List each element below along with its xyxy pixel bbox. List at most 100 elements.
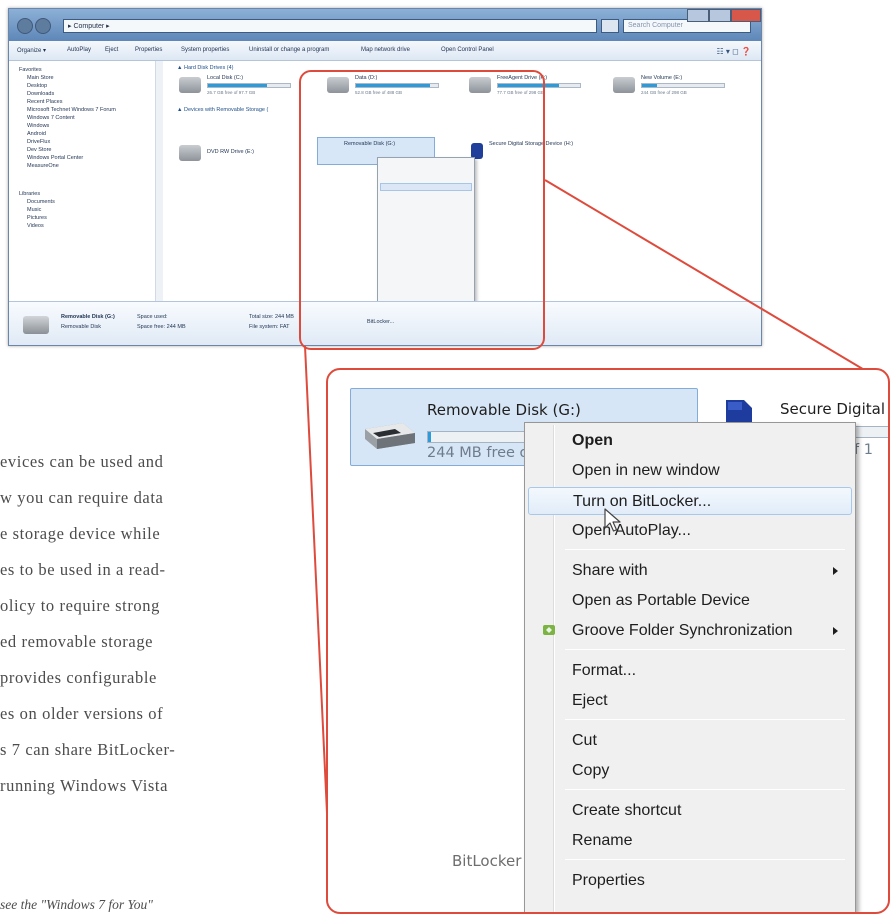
menu-label: Copy [572,762,610,779]
menu-copy[interactable]: Copy [528,757,852,785]
toolbar-uninstall[interactable]: Uninstall or change a program [249,47,329,53]
nav-scrollbar[interactable] [155,61,163,301]
close-button[interactable] [731,9,761,22]
details-type: Removable Disk [61,324,102,330]
toolbar-autoplay[interactable]: AutoPlay [67,47,91,53]
menu-label: Open AutoPlay... [572,522,691,539]
body-text-line: e storage device while [0,524,161,543]
menu-properties[interactable]: Properties [528,867,852,895]
menu-label: Share with [572,562,648,579]
drive-name: Local Disk (C:) [207,75,244,81]
submenu-arrow-icon [833,567,838,575]
nav-item[interactable]: Windows 7 Content [27,115,75,121]
drive-usage-bar [207,83,291,88]
zoom-highlight-frame [299,70,545,350]
menu-create-shortcut[interactable]: Create shortcut [528,797,852,825]
menu-label: Turn on BitLocker... [573,493,712,510]
menu-cut[interactable]: Cut [528,727,852,755]
removable-disk-name: Removable Disk (G:) [427,401,581,419]
nav-item[interactable]: DriveFlux [27,139,50,145]
menu-rename[interactable]: Rename [528,827,852,855]
zoom-panel: Removable Disk (G:) 244 MB free o Secure… [326,368,890,914]
details-total: Total size: 244 MB [249,314,294,320]
menu-label: Cut [572,732,597,749]
menu-label: Eject [572,692,608,709]
back-icon[interactable] [17,18,33,34]
body-text-line: es on older versions of [0,704,164,723]
menu-open-autoplay[interactable]: Open AutoPlay... [528,517,852,545]
hard-disk-icon [179,77,201,93]
menu-format[interactable]: Format... [528,657,852,685]
nav-item[interactable]: Recent Places [27,99,62,105]
sd-card-name: Secure Digital S [780,400,890,418]
menu-open[interactable]: Open [528,427,852,455]
address-bar[interactable]: ▸ Computer ▸ [63,19,597,33]
group-header-hdd[interactable]: ▲ Hard Disk Drives (4) [177,65,233,71]
toolbar-control-panel[interactable]: Open Control Panel [441,47,494,53]
menu-label: Open as Portable Device [572,592,750,609]
refresh-button[interactable] [601,19,619,33]
body-text-line: evices can be used and [0,452,164,471]
menu-label: Create shortcut [572,802,682,819]
menu-separator [565,859,845,860]
menu-separator [565,789,845,790]
toolbar-map-drive[interactable]: Map network drive [361,47,410,53]
menu-groove-sync[interactable]: Groove Folder Synchronization [528,617,852,645]
toolbar-properties[interactable]: Properties [135,47,162,53]
group-header-removable[interactable]: ▲ Devices with Removable Storage ( [177,107,268,113]
callout-line-left [304,345,329,835]
nav-item[interactable]: Microsoft Technet Windows 7 Forum [27,107,116,113]
nav-item[interactable]: Main Store [27,75,54,81]
menu-label: Properties [572,872,645,889]
menu-label: Rename [572,832,633,849]
window-controls [687,9,761,22]
nav-favorites[interactable]: Favorites [19,67,42,73]
drive-free: 244 GB free of 298 GB [641,90,687,95]
body-text-line: running Windows Vista [0,776,169,795]
menu-label: Open [572,432,613,449]
nav-item[interactable]: Android [27,131,46,137]
menu-turn-on-bitlocker[interactable]: Turn on BitLocker... [528,487,852,515]
dvd-drive-item[interactable]: DVD RW Drive (E:) [179,141,309,167]
forward-icon[interactable] [35,18,51,34]
nav-item[interactable]: Downloads [27,91,54,97]
hard-disk-icon [613,77,635,93]
nav-item[interactable]: Desktop [27,83,47,89]
view-options-icon[interactable]: ☷ ▾ ◻ ❓ [717,47,751,56]
groove-icon [543,625,555,635]
menu-open-new-window[interactable]: Open in new window [528,457,852,485]
menu-label: Format... [572,662,637,679]
nav-item[interactable]: Windows Portal Center [27,155,83,161]
drive-name: DVD RW Drive (E:) [207,149,254,155]
nav-item[interactable]: Windows [27,123,49,129]
nav-item[interactable]: Documents [27,199,55,205]
drive-usage-bar [641,83,725,88]
maximize-button[interactable] [709,9,731,22]
nav-libraries[interactable]: Libraries [19,191,40,197]
context-menu: Open Open in new window Turn on BitLocke… [524,422,856,912]
nav-item[interactable]: Music [27,207,41,213]
nav-buttons[interactable] [17,18,55,34]
footnote: see the "Windows 7 for You" [0,897,153,912]
sd-card-free: f 1 [854,442,873,458]
mouse-cursor-icon [604,508,621,532]
body-text-line: olicy to require strong [0,596,160,615]
details-space-used: Space used: [137,314,168,320]
nav-item[interactable]: MeasureOne [27,163,59,169]
menu-eject[interactable]: Eject [528,687,852,715]
nav-item[interactable]: Dev Store [27,147,51,153]
toolbar-system-properties[interactable]: System properties [181,47,229,53]
command-bar: Organize ▾ AutoPlay Eject Properties Sys… [9,41,761,61]
minimize-button[interactable] [687,9,709,22]
toolbar-organize[interactable]: Organize ▾ [17,47,46,54]
menu-open-portable[interactable]: Open as Portable Device [528,587,852,615]
details-fs: File system: FAT [249,324,290,330]
menu-share-with[interactable]: Share with [528,557,852,585]
nav-item[interactable]: Videos [27,223,44,229]
removable-disk-icon [365,423,415,449]
body-text-line: es to be used in a read- [0,560,166,579]
drive-item[interactable]: Local Disk (C:) 26.7 GB free of 97.7 GB [179,73,309,99]
nav-item[interactable]: Pictures [27,215,47,221]
drive-item[interactable]: New Volume (E:) 244 GB free of 298 GB [613,73,743,99]
toolbar-eject[interactable]: Eject [105,47,118,53]
